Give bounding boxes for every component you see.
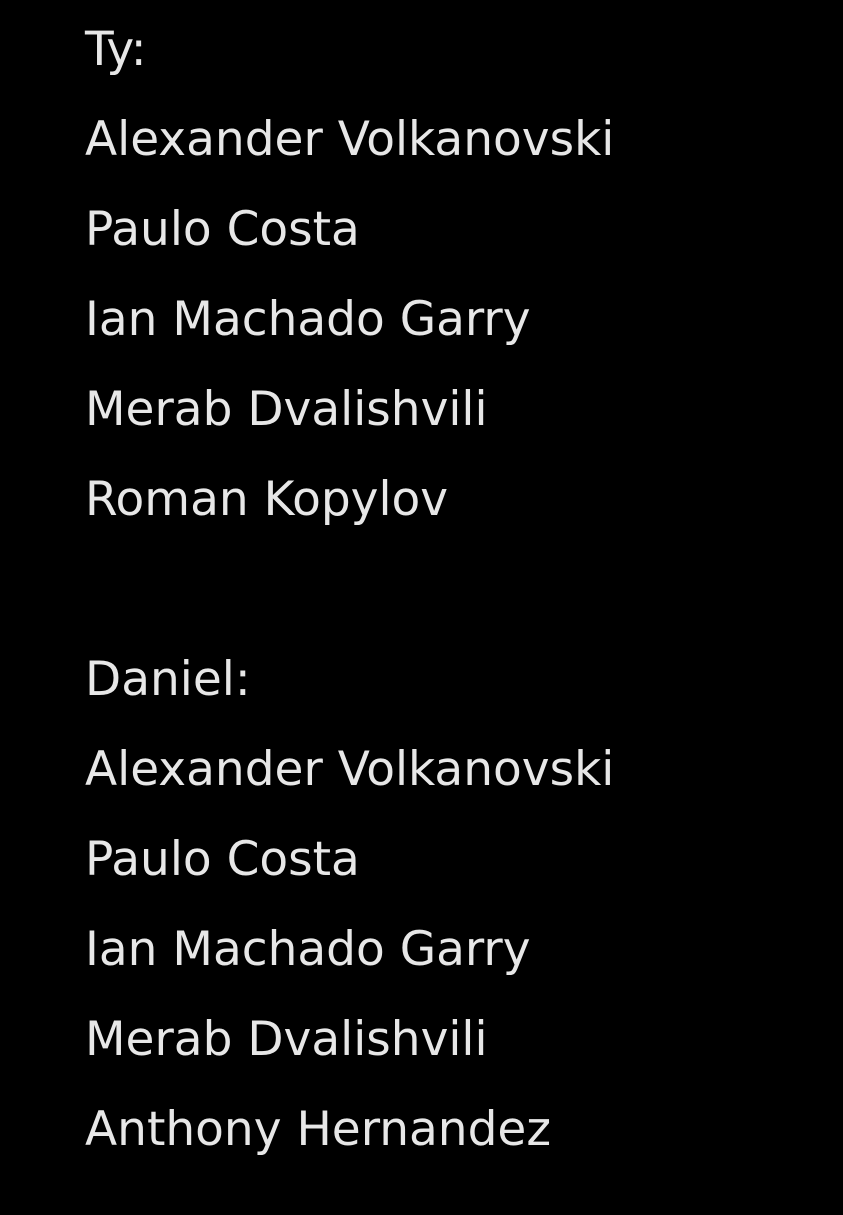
list-item: Alexander Volkanovski xyxy=(85,742,615,797)
list-item: Anthony Hernandez xyxy=(85,1102,552,1157)
list-item: Merab Dvalishvili xyxy=(85,1012,488,1067)
list-item: Paulo Costa xyxy=(85,832,360,887)
section-heading-ty: Ty: xyxy=(85,22,147,77)
list-item: Ian Machado Garry xyxy=(85,292,531,347)
list-item: Paulo Costa xyxy=(85,202,360,257)
section-heading-daniel: Daniel: xyxy=(85,652,251,707)
list-item: Alexander Volkanovski xyxy=(85,112,615,167)
list-item: Ian Machado Garry xyxy=(85,922,531,977)
note-body[interactable]: Ty: Alexander Volkanovski Paulo Costa Ia… xyxy=(85,5,825,1175)
list-item: Roman Kopylov xyxy=(85,472,449,527)
list-item: Merab Dvalishvili xyxy=(85,382,488,437)
